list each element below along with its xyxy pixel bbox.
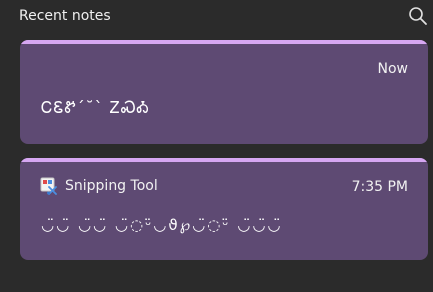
- app-name: Snipping Tool: [65, 178, 158, 194]
- note-card[interactable]: Now ᏟᏋᏑ҆ˊ˘ˋ ᏃᏍᎣ: [20, 40, 428, 144]
- page-title: Recent notes: [19, 8, 111, 24]
- snipping-tool-icon: [40, 177, 57, 195]
- search-button[interactable]: [408, 6, 428, 26]
- note-timestamp: Now: [377, 61, 409, 77]
- note-card[interactable]: Snipping Tool 7:35 PM ◡̈◡̈ ◡̈◡̈ ◡̈◌ᵕ̈◡ϑ℘…: [20, 158, 428, 260]
- header: Recent notes: [19, 6, 433, 28]
- note-preview: ◡̈◡̈ ◡̈◡̈ ◡̈◌ᵕ̈◡ϑ℘◡̈◌ᵕ̈ ◡̈◡̈◡̈: [41, 216, 283, 234]
- note-timestamp: 7:35 PM: [351, 179, 408, 195]
- note-preview: ᏟᏋᏑ҆ˊ˘ˋ ᏃᏍᎣ: [41, 98, 151, 117]
- recent-notes-pane: Recent notes Now ᏟᏋᏑ҆ˊ˘ˋ ᏃᏍᎣ Snipping To…: [0, 0, 433, 292]
- card-accent-bar: [20, 158, 428, 162]
- search-icon: [409, 7, 427, 25]
- card-accent-bar: [20, 40, 428, 44]
